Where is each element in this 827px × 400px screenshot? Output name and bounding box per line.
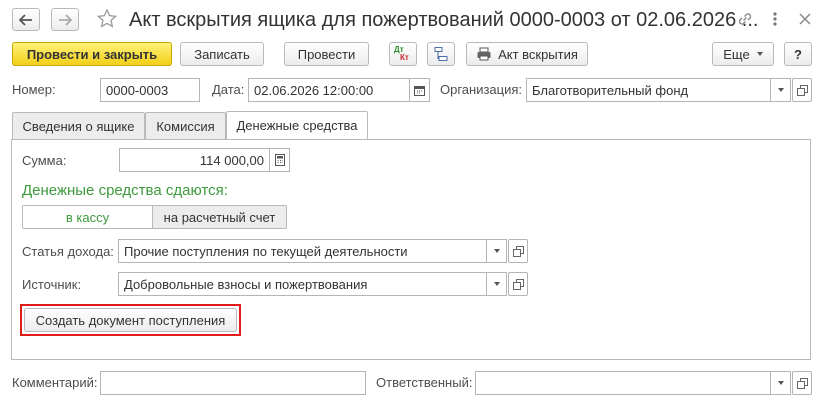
source-label: Источник: bbox=[22, 277, 82, 292]
open-window-icon bbox=[512, 245, 524, 257]
tab-commission[interactable]: Комиссия bbox=[145, 112, 226, 139]
date-label: Дата: bbox=[212, 82, 245, 97]
date-picker-button[interactable] bbox=[410, 78, 430, 102]
open-window-icon bbox=[796, 377, 808, 389]
date-field[interactable]: 02.06.2026 12:00:00 bbox=[248, 78, 410, 102]
printer-icon bbox=[477, 47, 491, 61]
income-open-button[interactable] bbox=[508, 239, 528, 263]
more-actions-button[interactable] bbox=[768, 10, 782, 28]
number-field[interactable]: 0000-0003 bbox=[100, 78, 200, 102]
calendar-icon bbox=[414, 85, 425, 96]
income-field[interactable]: Прочие поступления по текущей деятельнос… bbox=[118, 239, 487, 263]
act-print-button[interactable]: Акт вскрытия bbox=[466, 42, 588, 66]
dropdown-arrow-icon bbox=[493, 282, 500, 286]
favorite-button[interactable] bbox=[96, 8, 120, 32]
structure-icon bbox=[434, 47, 448, 61]
money-heading: Денежные средства сдаются: bbox=[22, 182, 228, 199]
option-cash[interactable]: в кассу bbox=[23, 206, 153, 228]
act-print-label: Акт вскрытия bbox=[498, 46, 578, 62]
dropdown-arrow-icon bbox=[777, 88, 784, 92]
dt-kt-icon: Дт Кт bbox=[394, 45, 412, 63]
source-field[interactable]: Добровольные взносы и пожертвования bbox=[118, 272, 487, 296]
star-icon bbox=[96, 8, 118, 28]
kt-label: Кт bbox=[400, 53, 409, 62]
comment-field[interactable] bbox=[100, 371, 366, 395]
delivery-toggle: в кассу на расчетный счет bbox=[22, 205, 287, 229]
more-label: Еще bbox=[723, 46, 750, 62]
income-dropdown[interactable] bbox=[487, 239, 507, 263]
organization-label: Организация: bbox=[440, 82, 523, 97]
close-icon bbox=[799, 13, 811, 25]
comment-label: Комментарий: bbox=[12, 375, 98, 390]
save-button[interactable]: Записать bbox=[180, 42, 264, 66]
help-button[interactable]: ? bbox=[784, 42, 812, 66]
tab-money[interactable]: Денежные средства bbox=[226, 111, 368, 139]
dt-kt-button[interactable]: Дт Кт bbox=[389, 42, 417, 66]
more-vertical-icon bbox=[773, 12, 777, 26]
responsible-open-button[interactable] bbox=[792, 371, 812, 395]
more-button[interactable]: Еще bbox=[712, 42, 774, 66]
source-dropdown[interactable] bbox=[487, 272, 507, 296]
arrow-right-icon bbox=[59, 13, 72, 26]
responsible-label: Ответственный: bbox=[376, 375, 473, 390]
number-label: Номер: bbox=[12, 82, 56, 97]
structure-button[interactable] bbox=[427, 42, 455, 66]
organization-open-button[interactable] bbox=[792, 78, 812, 102]
create-receipt-button[interactable]: Создать документ поступления bbox=[24, 308, 237, 332]
open-window-icon bbox=[796, 84, 808, 96]
sum-field[interactable]: 114 000,00 bbox=[119, 148, 270, 172]
source-open-button[interactable] bbox=[508, 272, 528, 296]
calculator-icon bbox=[274, 154, 285, 166]
organization-dropdown[interactable] bbox=[771, 78, 791, 102]
chevron-down-icon bbox=[756, 52, 763, 56]
responsible-dropdown[interactable] bbox=[771, 371, 791, 395]
tab-box-info[interactable]: Сведения о ящике bbox=[12, 112, 145, 139]
post-button[interactable]: Провести bbox=[284, 42, 369, 66]
sum-label: Сумма: bbox=[22, 153, 67, 168]
responsible-field[interactable] bbox=[475, 371, 771, 395]
close-button[interactable] bbox=[796, 10, 814, 28]
income-label: Статья дохода: bbox=[22, 244, 114, 259]
back-button[interactable] bbox=[12, 8, 40, 31]
option-account[interactable]: на расчетный счет bbox=[153, 206, 286, 228]
dropdown-arrow-icon bbox=[777, 381, 784, 385]
window-title: Акт вскрытия ящика для пожертвований 000… bbox=[129, 9, 759, 31]
dropdown-arrow-icon bbox=[493, 249, 500, 253]
arrow-left-icon bbox=[19, 13, 32, 26]
open-window-icon bbox=[512, 278, 524, 290]
link-icon bbox=[738, 13, 752, 25]
forward-button[interactable] bbox=[51, 8, 79, 31]
link-button[interactable] bbox=[736, 10, 754, 28]
organization-field[interactable]: Благотворительный фонд bbox=[526, 78, 771, 102]
post-and-close-button[interactable]: Провести и закрыть bbox=[12, 42, 172, 66]
calculator-button[interactable] bbox=[270, 148, 290, 172]
